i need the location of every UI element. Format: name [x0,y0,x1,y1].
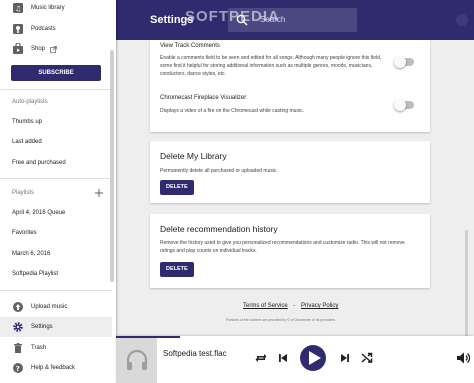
svg-text:♫: ♫ [15,5,21,13]
account-avatar[interactable] [456,14,468,26]
sidebar-item-shop[interactable]: Shop [0,42,112,56]
fireplace-title: Chromecast Fireplace Visualizer [160,95,247,101]
delete-library-title: Delete My Library [160,151,227,161]
player-bar [116,336,474,383]
delete-history-title: Delete recommendation history [160,224,278,234]
sidebar-playlist-item[interactable]: Softpedia Playlist [12,271,58,277]
sidebar-item-label: Trash [31,345,47,351]
auto-playlists-header: Auto-playlists [12,99,48,105]
add-playlist-icon[interactable] [95,189,103,197]
delete-history-card: Delete recommendation history Remove the… [150,214,430,288]
track-comments-description: Enable a comments field to be seen and e… [160,55,382,77]
footer-links: Terms of Service - Privacy Policy [243,303,338,309]
upload-icon [13,302,23,312]
shop-icon [13,43,23,54]
playlists-header: Playlists [12,190,35,196]
sidebar-item-label: Help & feedback [31,365,76,371]
fireplace-toggle[interactable] [394,99,414,111]
toggle-knob [394,56,406,68]
album-art[interactable] [116,338,157,383]
sidebar-item-upload-music[interactable]: Upload music [0,301,112,315]
track-comments-toggle[interactable] [394,56,414,68]
previous-track-icon[interactable] [276,351,290,365]
sidebar-item-label: Podcasts [31,26,56,32]
sidebar: ♫ Music library Podcasts Shop SUBSCRIBE … [0,0,116,383]
delete-library-card: Delete My Library Permanently delete all… [150,141,430,203]
toggle-knob [394,99,406,111]
delete-history-description: Remove the history used to give you pers… [160,240,405,254]
footer-separator: - [293,303,296,309]
next-track-icon[interactable] [338,351,352,365]
sidebar-item-label: Settings [31,324,53,330]
sidebar-playlist-item[interactable]: April 4, 2016 Queue [12,210,65,216]
svg-text:?: ? [16,365,20,373]
fireplace-description: Displays a video of a fire on the Chrome… [160,108,304,114]
sidebar-playlist-item[interactable]: March 6, 2016 [12,251,50,257]
privacy-link[interactable]: Privacy Policy [301,303,338,309]
sidebar-item-label: Shop [31,46,46,52]
delete-library-description: Permanently delete all purchased or uplo… [160,168,278,174]
delete-history-button[interactable]: DELETE [160,262,194,277]
watermark: SOFTPEDIA [185,8,280,25]
divider [0,178,112,179]
sidebar-item-last-added[interactable]: Last added [12,139,42,145]
volume-icon[interactable] [456,351,470,365]
settings-card-general: View Track Comments Enable a comments fi… [150,40,430,132]
track-comments-title: View Track Comments [160,43,220,49]
external-link-icon [50,46,57,53]
sidebar-item-label: Upload music [31,304,68,310]
delete-library-button[interactable]: DELETE [160,180,194,195]
help-icon: ? [13,363,23,373]
sidebar-item-podcasts[interactable]: Podcasts [0,22,112,36]
play-icon [309,351,321,365]
sidebar-item-trash[interactable]: Trash [0,342,112,356]
track-title: Softpedia test.flac [163,349,227,358]
podcast-icon [13,24,23,34]
terms-link[interactable]: Terms of Service [243,303,288,309]
sidebar-item-thumbs-up[interactable]: Thumbs up [12,119,42,125]
gear-icon [13,322,23,332]
divider [0,290,112,291]
headphones-icon [126,349,148,370]
sidebar-item-label: Music library [31,5,65,11]
music-library-icon: ♫ [13,3,23,13]
footer-note: Portions of the content are provided by … [226,318,336,322]
sidebar-item-free-purchased[interactable]: Free and purchased [12,160,66,166]
divider [0,89,112,90]
play-button[interactable] [300,345,326,371]
sidebar-scrollbar[interactable] [110,50,114,282]
shuffle-icon[interactable] [360,351,374,365]
trash-icon [14,343,22,353]
sidebar-item-settings[interactable]: Settings [0,321,112,335]
sidebar-item-help[interactable]: ? Help & feedback [0,362,112,376]
sidebar-item-music-library[interactable]: ♫ Music library [0,2,112,14]
subscribe-button[interactable]: SUBSCRIBE [11,65,101,81]
sidebar-playlist-item[interactable]: Favorites [12,230,37,236]
repeat-icon[interactable] [254,351,268,365]
